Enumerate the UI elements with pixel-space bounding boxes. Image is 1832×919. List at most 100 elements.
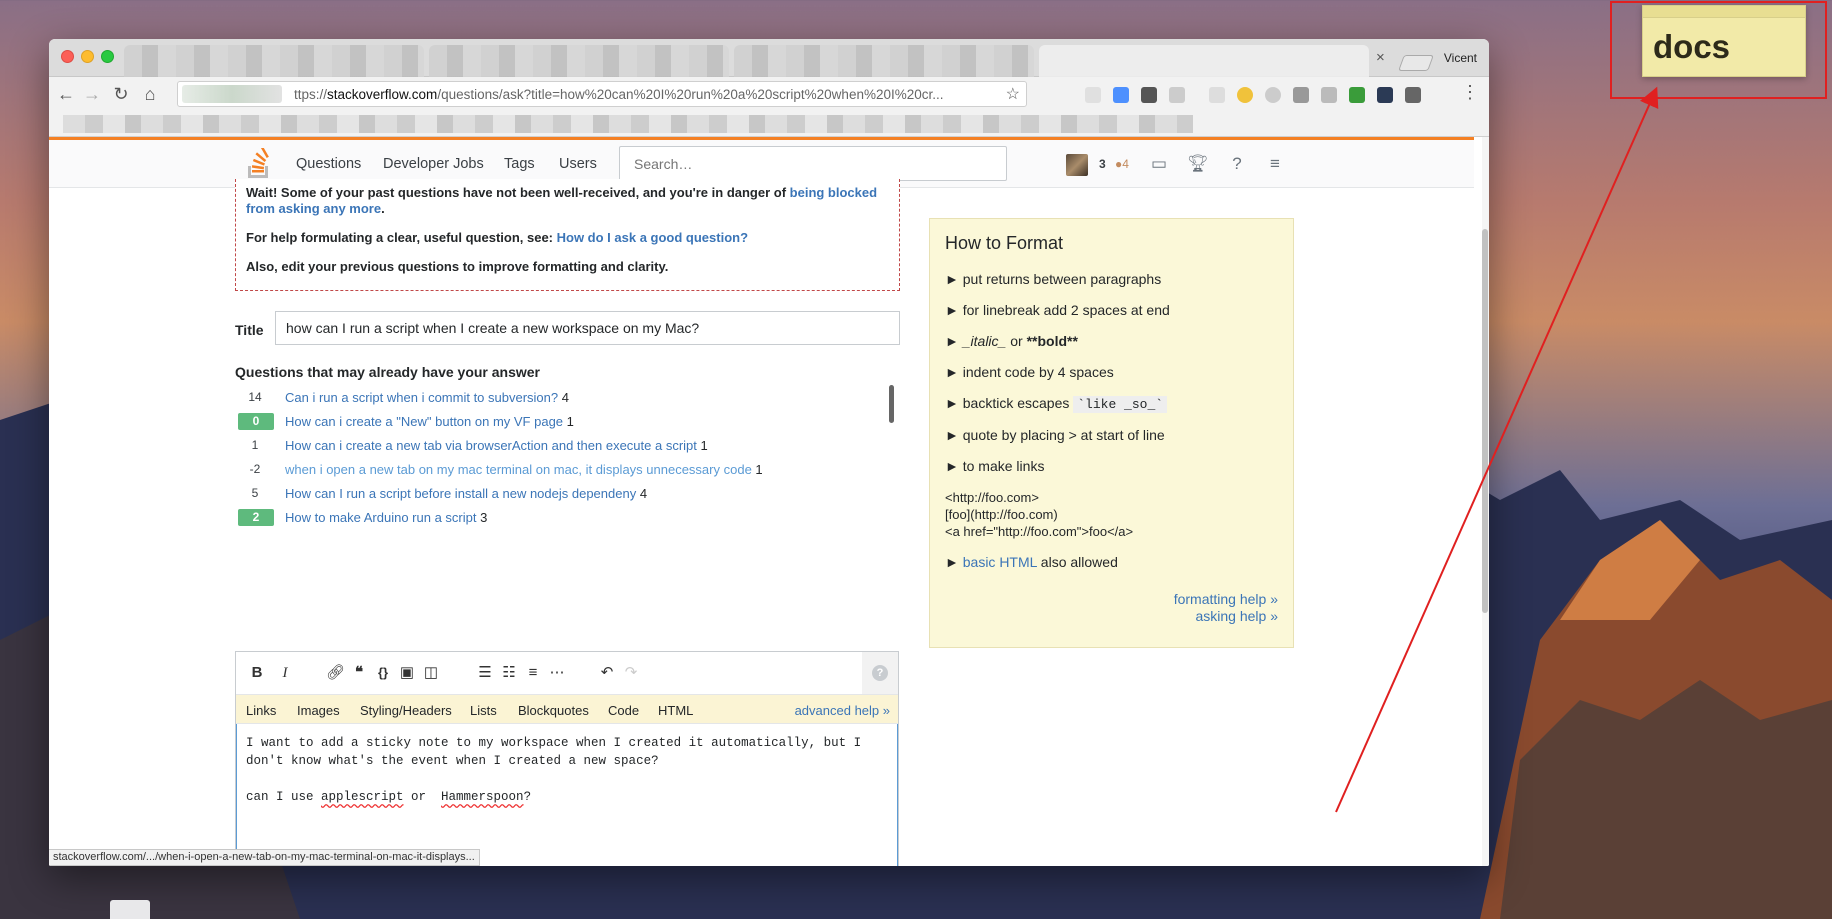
similar-question-link[interactable]: when i open a new tab on my mac terminal… bbox=[285, 462, 763, 477]
main-content: Wait! Some of your past questions have n… bbox=[49, 179, 1474, 866]
link-status-bar: stackoverflow.com/.../when-i-open-a-new-… bbox=[49, 849, 480, 866]
maximize-window-button[interactable] bbox=[101, 50, 114, 63]
extension-icon[interactable] bbox=[1141, 87, 1157, 103]
image-icon[interactable]: ▣ bbox=[398, 664, 416, 682]
similar-question-link[interactable]: How can i create a new tab via browserAc… bbox=[285, 438, 708, 453]
body-textarea[interactable]: I want to add a sticky note to my worksp… bbox=[236, 724, 898, 866]
address-bar[interactable]: ttps://stackoverflow.com/questions/ask?t… bbox=[177, 81, 1027, 107]
help-tab-styling[interactable]: Styling/Headers bbox=[360, 703, 452, 718]
bookmark-star-icon[interactable]: ☆ bbox=[1006, 84, 1020, 104]
site-search[interactable] bbox=[619, 146, 1007, 181]
link-examples: <http://foo.com> [foo](http://foo.com) <… bbox=[945, 490, 1134, 539]
format-tip: ► indent code by 4 spaces bbox=[945, 364, 1114, 380]
editor-help-button[interactable]: ? bbox=[862, 652, 898, 694]
formatting-help-link[interactable]: formatting help » bbox=[1174, 591, 1278, 607]
heading-icon[interactable]: ≡ bbox=[524, 664, 542, 682]
title-input[interactable] bbox=[275, 311, 900, 345]
similar-question-link[interactable]: How to make Arduino run a script 3 bbox=[285, 510, 487, 525]
asking-help-link[interactable]: asking help » bbox=[1195, 608, 1278, 624]
nav-questions[interactable]: Questions bbox=[296, 156, 361, 172]
warning-edit: Also, edit your previous questions to im… bbox=[246, 259, 669, 274]
extension-icon[interactable] bbox=[1237, 87, 1253, 103]
annotation-highlight-box bbox=[1610, 1, 1827, 99]
help-tab-lists[interactable]: Lists bbox=[470, 703, 497, 718]
extension-icon[interactable] bbox=[1085, 87, 1101, 103]
url-text: ttps://stackoverflow.com/questions/ask?t… bbox=[294, 87, 944, 102]
redo-icon[interactable]: ↷ bbox=[622, 664, 640, 682]
home-icon[interactable]: ⌂ bbox=[139, 84, 161, 104]
extension-icon[interactable] bbox=[1209, 87, 1225, 103]
help-tab-images[interactable]: Images bbox=[297, 703, 340, 718]
similar-question-row: 0 How can i create a "New" button on my … bbox=[235, 410, 885, 434]
help-tab-links[interactable]: Links bbox=[246, 703, 276, 718]
format-help-links: formatting help » asking help » bbox=[1174, 591, 1278, 625]
desktop-file-icon[interactable] bbox=[110, 900, 150, 919]
search-input[interactable] bbox=[620, 147, 1006, 180]
similar-question-row: 2 How to make Arduino run a script 3 bbox=[235, 506, 885, 530]
reputation-count: 3 bbox=[1099, 157, 1106, 171]
vote-count: -2 bbox=[249, 462, 261, 476]
help-icon[interactable]: ? bbox=[1227, 154, 1247, 174]
extension-icon[interactable] bbox=[1321, 87, 1337, 103]
numbered-list-icon[interactable]: ☰ bbox=[476, 664, 494, 682]
back-arrow-icon[interactable]: ← bbox=[55, 84, 77, 104]
format-tip: ► basic HTML also allowed bbox=[945, 554, 1118, 570]
forward-arrow-icon[interactable]: → bbox=[81, 84, 103, 104]
code-icon[interactable]: {} bbox=[374, 664, 392, 682]
help-tab-code[interactable]: Code bbox=[608, 703, 639, 718]
horizontal-rule-icon[interactable]: ⋯ bbox=[548, 664, 566, 682]
browser-tab[interactable] bbox=[734, 45, 1034, 77]
extension-icon[interactable] bbox=[1113, 87, 1129, 103]
avatar[interactable] bbox=[1066, 154, 1088, 176]
extension-icon[interactable] bbox=[1169, 87, 1185, 103]
extension-icon[interactable] bbox=[1293, 87, 1309, 103]
similar-question-link[interactable]: Can i run a script when i commit to subv… bbox=[285, 390, 569, 405]
site-switcher-icon[interactable]: ≡ bbox=[1265, 154, 1285, 174]
site-info-icon[interactable] bbox=[182, 85, 282, 103]
tab-close-icon[interactable]: × bbox=[1376, 49, 1385, 66]
similar-list-scrollbar[interactable] bbox=[889, 385, 894, 423]
extension-icon[interactable] bbox=[1405, 87, 1421, 103]
profile-name[interactable]: Vicent bbox=[1444, 51, 1477, 65]
help-tab-blockquotes[interactable]: Blockquotes bbox=[518, 703, 589, 718]
browser-tab[interactable] bbox=[429, 45, 729, 77]
page-scrollbar-thumb[interactable] bbox=[1482, 229, 1488, 613]
reload-icon[interactable]: ↻ bbox=[110, 84, 132, 104]
good-question-link[interactable]: How do I ask a good question? bbox=[557, 230, 748, 245]
link-icon[interactable]: 🔗︎ bbox=[326, 664, 345, 682]
help-tab-html[interactable]: HTML bbox=[658, 703, 693, 718]
similar-question-link[interactable]: How can i create a "New" button on my VF… bbox=[285, 414, 574, 429]
italic-icon[interactable]: I bbox=[276, 664, 294, 682]
nav-users[interactable]: Users bbox=[559, 156, 597, 172]
minimize-window-button[interactable] bbox=[81, 50, 94, 63]
snippet-icon[interactable]: ◫ bbox=[422, 664, 440, 682]
advanced-help-link[interactable]: advanced help » bbox=[795, 703, 890, 718]
basic-html-link[interactable]: basic HTML bbox=[963, 554, 1037, 570]
trophy-icon[interactable]: 🏆︎ bbox=[1187, 154, 1209, 174]
help-icon: ? bbox=[872, 665, 888, 681]
vote-count: 5 bbox=[251, 486, 259, 500]
nav-tags[interactable]: Tags bbox=[504, 156, 535, 172]
extension-icon[interactable] bbox=[1265, 87, 1281, 103]
blockquote-icon[interactable]: ❝ bbox=[350, 664, 368, 682]
stackoverflow-logo-icon[interactable] bbox=[245, 148, 271, 180]
extension-icon[interactable] bbox=[1377, 87, 1393, 103]
format-tip: ► quote by placing > at start of line bbox=[945, 427, 1165, 443]
nav-developer-jobs[interactable]: Developer Jobs bbox=[383, 156, 484, 172]
similar-question-link[interactable]: How can I run a script before install a … bbox=[285, 486, 647, 501]
new-tab-button[interactable] bbox=[1398, 55, 1434, 71]
browser-menu-icon[interactable]: ⋮ bbox=[1461, 82, 1479, 103]
bold-icon[interactable]: B bbox=[248, 664, 266, 682]
bookmark-items[interactable] bbox=[63, 115, 1193, 133]
question-body-editor: B I 🔗︎ ❝ {} ▣ ◫ ☰ ☷ ≡ ⋯ ↶ ↷ ? Links Imag… bbox=[235, 651, 899, 866]
inbox-icon[interactable]: ▭ bbox=[1149, 154, 1169, 174]
undo-icon[interactable]: ↶ bbox=[598, 664, 616, 682]
browser-tab[interactable] bbox=[124, 45, 424, 77]
format-tip: ► put returns between paragraphs bbox=[945, 271, 1162, 287]
browser-tab-active[interactable] bbox=[1039, 45, 1369, 77]
bulleted-list-icon[interactable]: ☷ bbox=[500, 664, 518, 682]
extension-icon[interactable] bbox=[1349, 87, 1365, 103]
vote-count-answered: 0 bbox=[238, 413, 274, 430]
bronze-badge-count: ●4 bbox=[1115, 157, 1129, 171]
close-window-button[interactable] bbox=[61, 50, 74, 63]
